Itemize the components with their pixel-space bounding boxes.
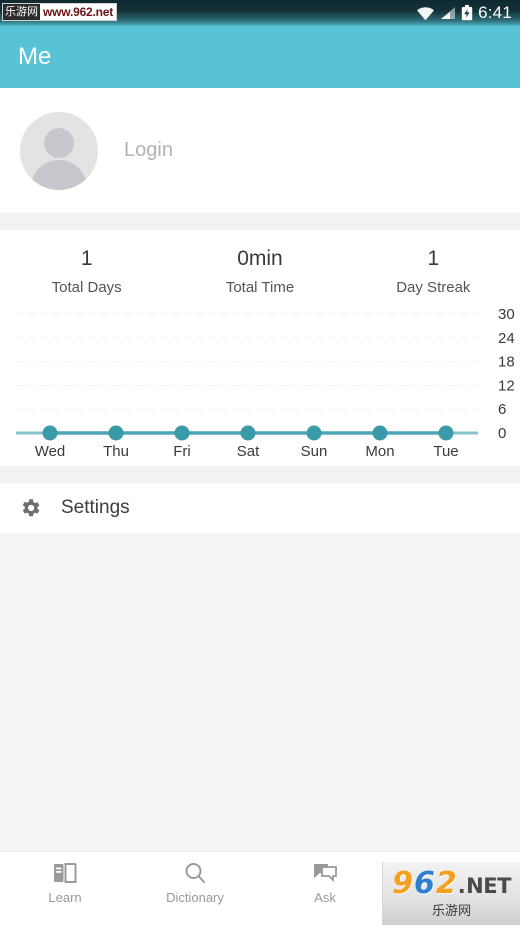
stat-label: Day Streak <box>396 279 471 296</box>
profile-section[interactable]: Login <box>0 88 520 213</box>
stat-label: Total Time <box>225 279 295 296</box>
search-icon <box>183 861 207 885</box>
watermark-url-text: www.962.net <box>43 5 114 19</box>
watermark-dot: . <box>457 873 466 898</box>
chart-y-tick-label: 24 <box>498 330 515 347</box>
status-bar: 乐游网 www.962.net 6:41 <box>0 0 520 26</box>
signal-icon <box>441 7 456 19</box>
activity-chart-svg: 0 6 12 18 24 30 Wed Thu Fri Sat Sun Mon Tue <box>16 306 515 460</box>
settings-row[interactable]: Settings <box>0 483 520 533</box>
chart-data-point[interactable] <box>438 425 454 441</box>
content-filler <box>0 533 520 851</box>
chart-x-tick-label: Wed <box>35 443 66 460</box>
gear-icon <box>22 499 40 517</box>
stat-total-days: 1 Total Days <box>0 244 173 296</box>
watermark-digit-2: 2 <box>435 865 457 901</box>
chart-data-point[interactable] <box>372 425 388 441</box>
stats-row: 1 Total Days 0min Total Time 1 Day Strea… <box>0 230 520 296</box>
section-divider-bottom <box>0 466 520 483</box>
chart-data-point[interactable] <box>306 425 322 441</box>
nav-label: Dictionary <box>166 890 224 905</box>
chart-data-point[interactable] <box>42 425 58 441</box>
chart-x-tick-label: Tue <box>433 443 458 460</box>
chart-x-tick-label: Sun <box>301 443 328 460</box>
status-bar-icons: 6:41 <box>416 0 512 26</box>
chart-data-point[interactable] <box>108 425 124 441</box>
chat-icon <box>313 861 337 885</box>
stat-value: 0min <box>237 247 283 270</box>
chart-data-point[interactable] <box>240 425 256 441</box>
login-button[interactable]: Login <box>124 139 173 162</box>
chart-x-tick-label: Mon <box>365 443 394 460</box>
stat-day-streak: 1 Day Streak <box>347 244 520 296</box>
app-screen: 乐游网 www.962.net 6:41 Me Login 1 Total Da… <box>0 0 520 925</box>
nav-item-ask[interactable]: Ask <box>260 861 390 905</box>
chart-y-tick-label: 18 <box>498 354 515 371</box>
app-bar: Me <box>0 26 520 88</box>
watermark-logo-cn: 乐游网 <box>431 903 471 919</box>
status-clock: 6:41 <box>478 3 512 22</box>
battery-charging-icon <box>461 5 473 21</box>
chart-x-tick-label: Fri <box>173 443 191 460</box>
watermark-net: NET <box>466 873 511 898</box>
watermark-logo: 9 6 2 . NET 乐游网 <box>382 862 520 925</box>
watermark-logo-text: 9 6 2 . NET <box>392 865 511 901</box>
watermark-digit-9: 9 <box>392 865 413 901</box>
chart-x-tick-label: Sat <box>237 443 260 460</box>
page-title: Me <box>18 43 52 70</box>
chart-data-point[interactable] <box>174 425 190 441</box>
nav-item-dictionary[interactable]: Dictionary <box>130 861 260 905</box>
avatar-body-shape <box>31 159 87 190</box>
chart-y-tick-label: 6 <box>498 401 506 418</box>
section-divider-top <box>0 213 520 230</box>
watermark-digit-6: 6 <box>413 865 435 901</box>
avatar-head-shape <box>44 127 74 158</box>
stat-value: 1 <box>80 247 93 270</box>
avatar[interactable] <box>20 111 98 190</box>
stat-total-time: 0min Total Time <box>173 244 346 296</box>
activity-chart: 0 6 12 18 24 30 Wed Thu Fri Sat Sun Mon Tue <box>0 296 520 466</box>
chart-y-tick-label: 12 <box>498 377 515 394</box>
stat-value: 1 <box>427 247 440 270</box>
settings-label: Settings <box>61 497 130 518</box>
nav-label: Ask <box>314 890 336 905</box>
chart-y-tick-label: 0 <box>498 425 506 442</box>
watermark-url-badge: 乐游网 <box>3 4 40 20</box>
chart-x-tick-label: Thu <box>103 443 129 460</box>
nav-label: Learn <box>48 890 82 905</box>
wifi-icon <box>417 6 435 20</box>
stat-label: Total Days <box>51 279 122 296</box>
book-icon <box>53 861 77 885</box>
watermark-url-chip: 乐游网 www.962.net <box>2 3 118 21</box>
chart-y-tick-label: 30 <box>498 306 515 323</box>
nav-item-learn[interactable]: Learn <box>0 861 130 905</box>
